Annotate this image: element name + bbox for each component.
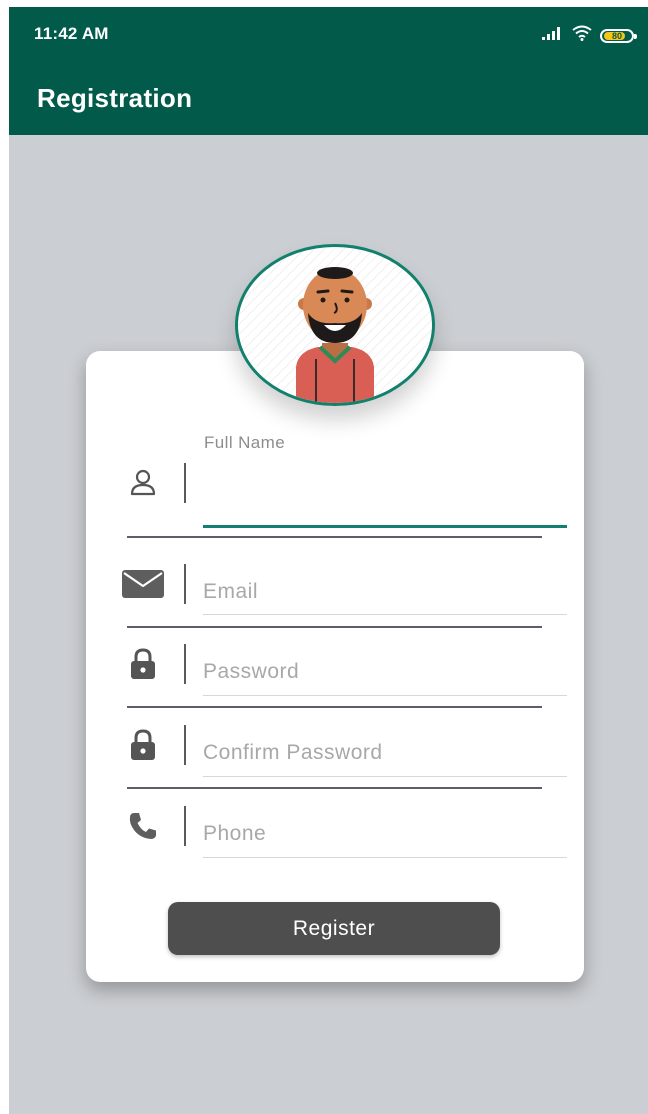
app-screen: 11:42 AM 80 Registration Full Name Email… — [9, 7, 648, 1114]
phone-icon — [122, 808, 164, 844]
separator — [127, 626, 542, 628]
password-underline — [203, 695, 567, 696]
avatar — [235, 244, 435, 406]
confirm-password-underline — [203, 776, 567, 777]
signal-icon — [542, 26, 564, 45]
separator — [127, 787, 542, 789]
app-bar: 11:42 AM 80 Registration — [9, 7, 648, 135]
email-field[interactable] — [203, 572, 567, 612]
full-name-underline — [203, 525, 567, 528]
registration-card: Full Name Email Phone Register — [86, 351, 584, 982]
status-icons: 80 — [542, 25, 637, 46]
password-field[interactable] — [203, 652, 567, 692]
email-icon — [122, 566, 164, 602]
register-button[interactable]: Register — [168, 902, 500, 955]
separator — [127, 536, 542, 538]
user-avatar-illustration — [296, 267, 374, 403]
confirm-password-field[interactable] — [203, 733, 567, 773]
full-name-label: Full Name — [204, 433, 286, 452]
phone-field[interactable] — [203, 814, 567, 854]
person-icon — [122, 465, 164, 501]
lock-icon — [122, 727, 164, 763]
email-underline — [203, 614, 567, 615]
status-time: 11:42 AM — [34, 24, 109, 43]
separator — [127, 706, 542, 708]
battery-icon: 80 — [600, 28, 637, 43]
phone-underline — [203, 857, 567, 858]
full-name-field[interactable] — [203, 463, 567, 503]
battery-level: 80 — [611, 30, 622, 41]
wifi-icon — [572, 25, 592, 46]
page-title: Registration — [37, 83, 193, 113]
lock-icon — [122, 646, 164, 682]
